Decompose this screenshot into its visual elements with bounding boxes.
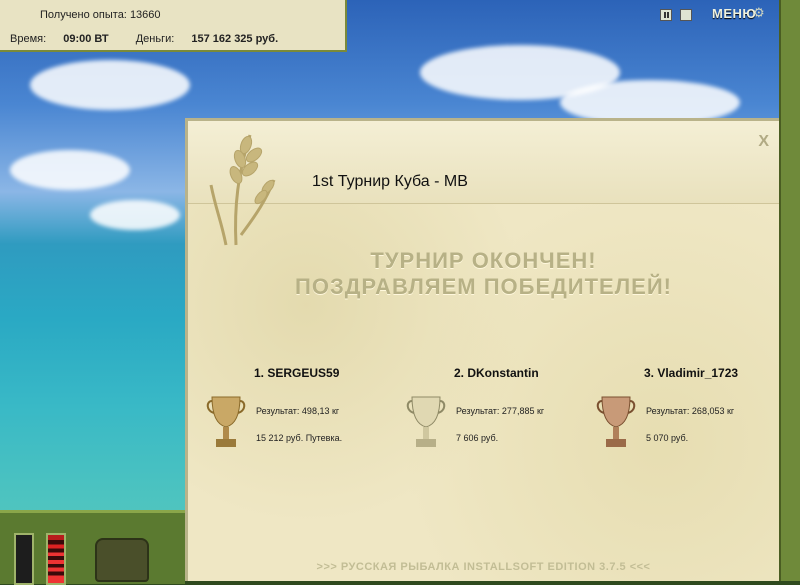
cloud <box>30 60 190 110</box>
winner-prize: 7 606 руб. <box>456 433 499 443</box>
winner-name: 1. SERGEUS59 <box>254 366 340 380</box>
winner-prize: 15 212 руб. Путевка. <box>256 433 343 443</box>
cloud <box>10 150 130 190</box>
dialog-title: 1st Турнир Куба - МВ <box>312 173 468 190</box>
money-value: 157 162 325 руб. <box>191 33 279 45</box>
save-button[interactable] <box>680 9 692 21</box>
tournament-results-dialog: X 1st Турнир Куба - МВ ТУРНИР ОКОНЧЕН! П… <box>185 118 779 581</box>
bottom-left-panel <box>0 510 185 585</box>
tension-gauge <box>14 533 34 585</box>
top-right-controls: МЕНЮ ⚙ <box>640 0 800 30</box>
bronze-cup-icon <box>596 396 636 447</box>
winner-name: 3. Vladimir_1723 <box>644 366 739 380</box>
close-button[interactable]: X <box>758 133 769 151</box>
cloud <box>90 200 180 230</box>
power-gauge <box>46 533 66 585</box>
winner-prize: 5 070 руб. <box>646 433 689 443</box>
gear-icon: ⚙ <box>753 5 765 20</box>
banner-line-1: ТУРНИР ОКОНЧЕН! <box>370 248 597 273</box>
winner-result: Результат: 277,885 кг <box>456 406 545 416</box>
money-label: Деньги: <box>135 33 175 45</box>
time-label: Время: <box>10 33 47 45</box>
right-side-panel <box>779 0 800 581</box>
winner-name: 2. DKonstantin <box>454 366 539 380</box>
winner-result: Результат: 268,053 кг <box>646 406 735 416</box>
status-hud: Получено опыта: 13660 Время: 09:00 ВТ Де… <box>0 0 347 52</box>
experience-value: 13660 <box>129 9 161 21</box>
experience-label: Получено опыта: <box>40 9 127 21</box>
banner-line-2: ПОЗДРАВЛЯЕМ ПОБЕДИТЕЛЕЙ! <box>295 274 672 299</box>
dialog-header: X 1st Турнир Куба - МВ <box>188 121 779 246</box>
winner-result: Результат: 498,13 кг <box>256 406 340 416</box>
gold-cup-icon <box>206 396 246 447</box>
wheat-icon <box>209 134 276 246</box>
time-value: 09:00 ВТ <box>63 33 109 45</box>
menu-button[interactable]: МЕНЮ <box>712 6 756 21</box>
pause-button[interactable] <box>660 9 672 21</box>
backpack-icon[interactable] <box>95 538 149 582</box>
game-version-footer: >>> РУССКАЯ РЫБАЛКА INSTALLSOFT EDITION … <box>316 561 651 573</box>
silver-cup-icon <box>406 396 446 447</box>
